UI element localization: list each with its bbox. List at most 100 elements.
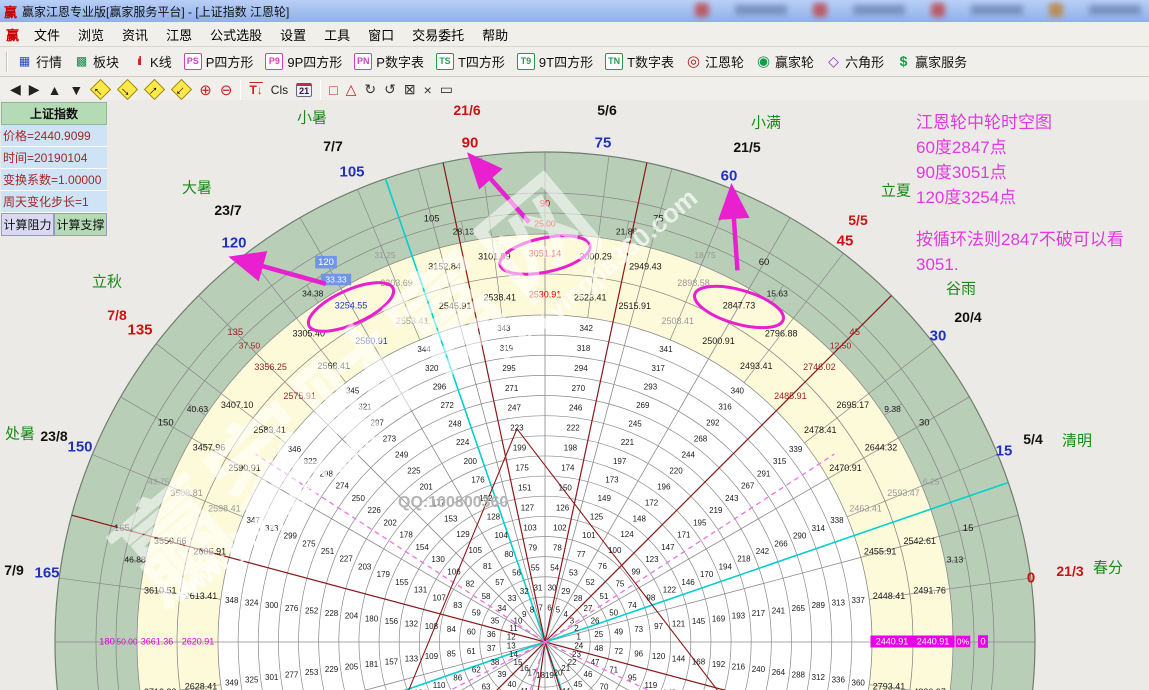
svg-text:40: 40 (508, 680, 517, 689)
annotation-line: 60度2847点 (916, 135, 1124, 160)
toolbar-button[interactable]: PS P四方形 (178, 49, 260, 74)
shift-down-icon[interactable]: ↓ (168, 79, 195, 101)
menu-item[interactable]: 帮助 (473, 23, 517, 46)
svg-text:300: 300 (265, 601, 279, 610)
svg-text:265: 265 (792, 604, 806, 613)
svg-text:75: 75 (615, 580, 624, 589)
shift-up-icon[interactable]: ↑ (141, 79, 168, 101)
toolbar-button[interactable]: ◎ 江恩轮 (680, 49, 750, 74)
svg-text:32: 32 (520, 587, 529, 596)
toolbar-button[interactable]: ◇ 六角形 (820, 49, 890, 74)
toolbar-button-label: P四方形 (206, 52, 254, 71)
t-updown-icon[interactable]: T↓ (245, 79, 266, 101)
screen-icon[interactable]: ▭ (436, 79, 457, 101)
square-overlay-icon[interactable]: □ (325, 79, 341, 101)
menu-item[interactable]: 工具 (315, 23, 359, 46)
zoom-out-icon[interactable]: ⊖ (216, 79, 237, 101)
svg-text:267: 267 (741, 482, 755, 491)
svg-text:290: 290 (793, 532, 807, 541)
menu-item[interactable]: 设置 (271, 23, 315, 46)
triangle-overlay-icon[interactable]: △ (342, 79, 361, 101)
menu-item[interactable]: 江恩 (157, 23, 201, 46)
svg-text:340: 340 (731, 386, 745, 395)
svg-text:30: 30 (919, 418, 930, 429)
svg-text:25: 25 (594, 630, 603, 639)
toolbar-button[interactable]: P9 9P四方形 (259, 49, 348, 74)
shift-right-icon[interactable]: → (114, 79, 141, 101)
menu-item[interactable]: 文件 (25, 23, 69, 46)
calendar-icon[interactable]: 21 (292, 79, 316, 101)
svg-text:31: 31 (533, 583, 542, 592)
svg-text:123: 123 (645, 555, 659, 564)
menu-item[interactable]: 交易委托 (403, 23, 473, 46)
svg-text:99: 99 (631, 567, 640, 576)
svg-text:21.88: 21.88 (616, 226, 638, 236)
shift-left-icon[interactable]: ← (87, 79, 114, 101)
toolbar-button[interactable]: PN P数字表 (348, 49, 430, 74)
toolbar-button[interactable]: ▦ 行情 (11, 49, 68, 74)
cls-button[interactable]: Cls (267, 79, 292, 101)
svg-text:240: 240 (752, 665, 766, 674)
toolbar-button[interactable]: $ 赢家服务 (890, 49, 973, 74)
svg-text:2515.91: 2515.91 (619, 301, 652, 311)
svg-text:3457.96: 3457.96 (193, 442, 226, 452)
panel-button[interactable]: 计算阻力 (1, 213, 54, 236)
svg-text:3152.84: 3152.84 (428, 262, 461, 272)
toolbar-button[interactable]: T9 9T四方形 (511, 49, 599, 74)
converge-icon[interactable]: × (420, 79, 436, 101)
svg-text:150: 150 (158, 418, 174, 429)
zoom-out-icon: ⊖ (220, 81, 233, 99)
app-window: { "window":{"logo":"赢","title":"赢家江恩专业版[… (0, 0, 1149, 690)
toolbar-button[interactable]: TN T数字表 (599, 49, 680, 74)
menu-item[interactable]: 资讯 (113, 23, 157, 46)
svg-text:246: 246 (569, 404, 583, 413)
separator[interactable] (240, 80, 241, 100)
menu-item[interactable]: 公式选股 (201, 23, 271, 46)
svg-text:6: 6 (547, 603, 552, 612)
toolbar-button[interactable]: ıl K线 (125, 49, 178, 74)
up-icon[interactable]: ▲ (44, 79, 66, 101)
svg-text:76: 76 (598, 562, 607, 571)
toolbar-button-label: 六角形 (845, 52, 884, 71)
panel-field: 变换系数=1.00000 (1, 169, 107, 191)
annotation-line: 120度3254点 (916, 185, 1124, 210)
svg-text:245: 245 (628, 420, 642, 429)
svg-text:3: 3 (570, 616, 575, 625)
toolbar-button[interactable]: ▩ 板块 (68, 49, 125, 74)
app-logo-icon: 赢 (4, 2, 17, 21)
next-icon[interactable]: ▶ (25, 79, 44, 101)
shift-right-icon: → (117, 79, 138, 100)
panel-button[interactable]: 计算支撑 (54, 213, 107, 236)
toolbar-button[interactable]: ◉ 赢家轮 (750, 49, 820, 74)
toolbar-button[interactable]: TS T四方形 (430, 49, 511, 74)
svg-text:348: 348 (225, 596, 239, 605)
down-icon[interactable]: ▼ (65, 79, 87, 101)
svg-text:53: 53 (569, 568, 578, 577)
svg-text:319: 319 (500, 344, 514, 353)
svg-text:346: 346 (288, 445, 302, 454)
svg-text:121: 121 (672, 620, 686, 629)
prev-icon[interactable]: ◀ (6, 79, 25, 101)
svg-text:9: 9 (522, 610, 527, 619)
svg-text:3559.66: 3559.66 (154, 536, 187, 546)
rotate-ccw-icon[interactable]: ↺ (380, 79, 400, 101)
svg-text:2545.91: 2545.91 (439, 301, 472, 311)
solar-term-label: 大暑 (182, 177, 212, 198)
zoom-in-icon[interactable]: ⊕ (195, 79, 216, 101)
svg-text:46.88: 46.88 (124, 555, 146, 565)
box-x-icon[interactable]: ⊠ (400, 79, 420, 101)
svg-text:2593.47: 2593.47 (887, 488, 920, 498)
separator[interactable] (320, 80, 321, 100)
menu-item[interactable]: 窗口 (359, 23, 403, 46)
wheel-degree-label: 165 (34, 565, 59, 582)
svg-text:198: 198 (564, 444, 578, 453)
menu-item[interactable]: 浏览 (69, 23, 113, 46)
rotate-cw-icon[interactable]: ↻ (360, 79, 380, 101)
svg-text:149: 149 (598, 494, 612, 503)
svg-text:202: 202 (384, 518, 398, 527)
toolbar-button-label: 板块 (93, 52, 119, 71)
svg-text:71: 71 (609, 666, 618, 675)
svg-text:73: 73 (634, 625, 643, 634)
wheel-date-label: 20/4 (954, 309, 981, 325)
converge-icon: × (424, 82, 432, 98)
